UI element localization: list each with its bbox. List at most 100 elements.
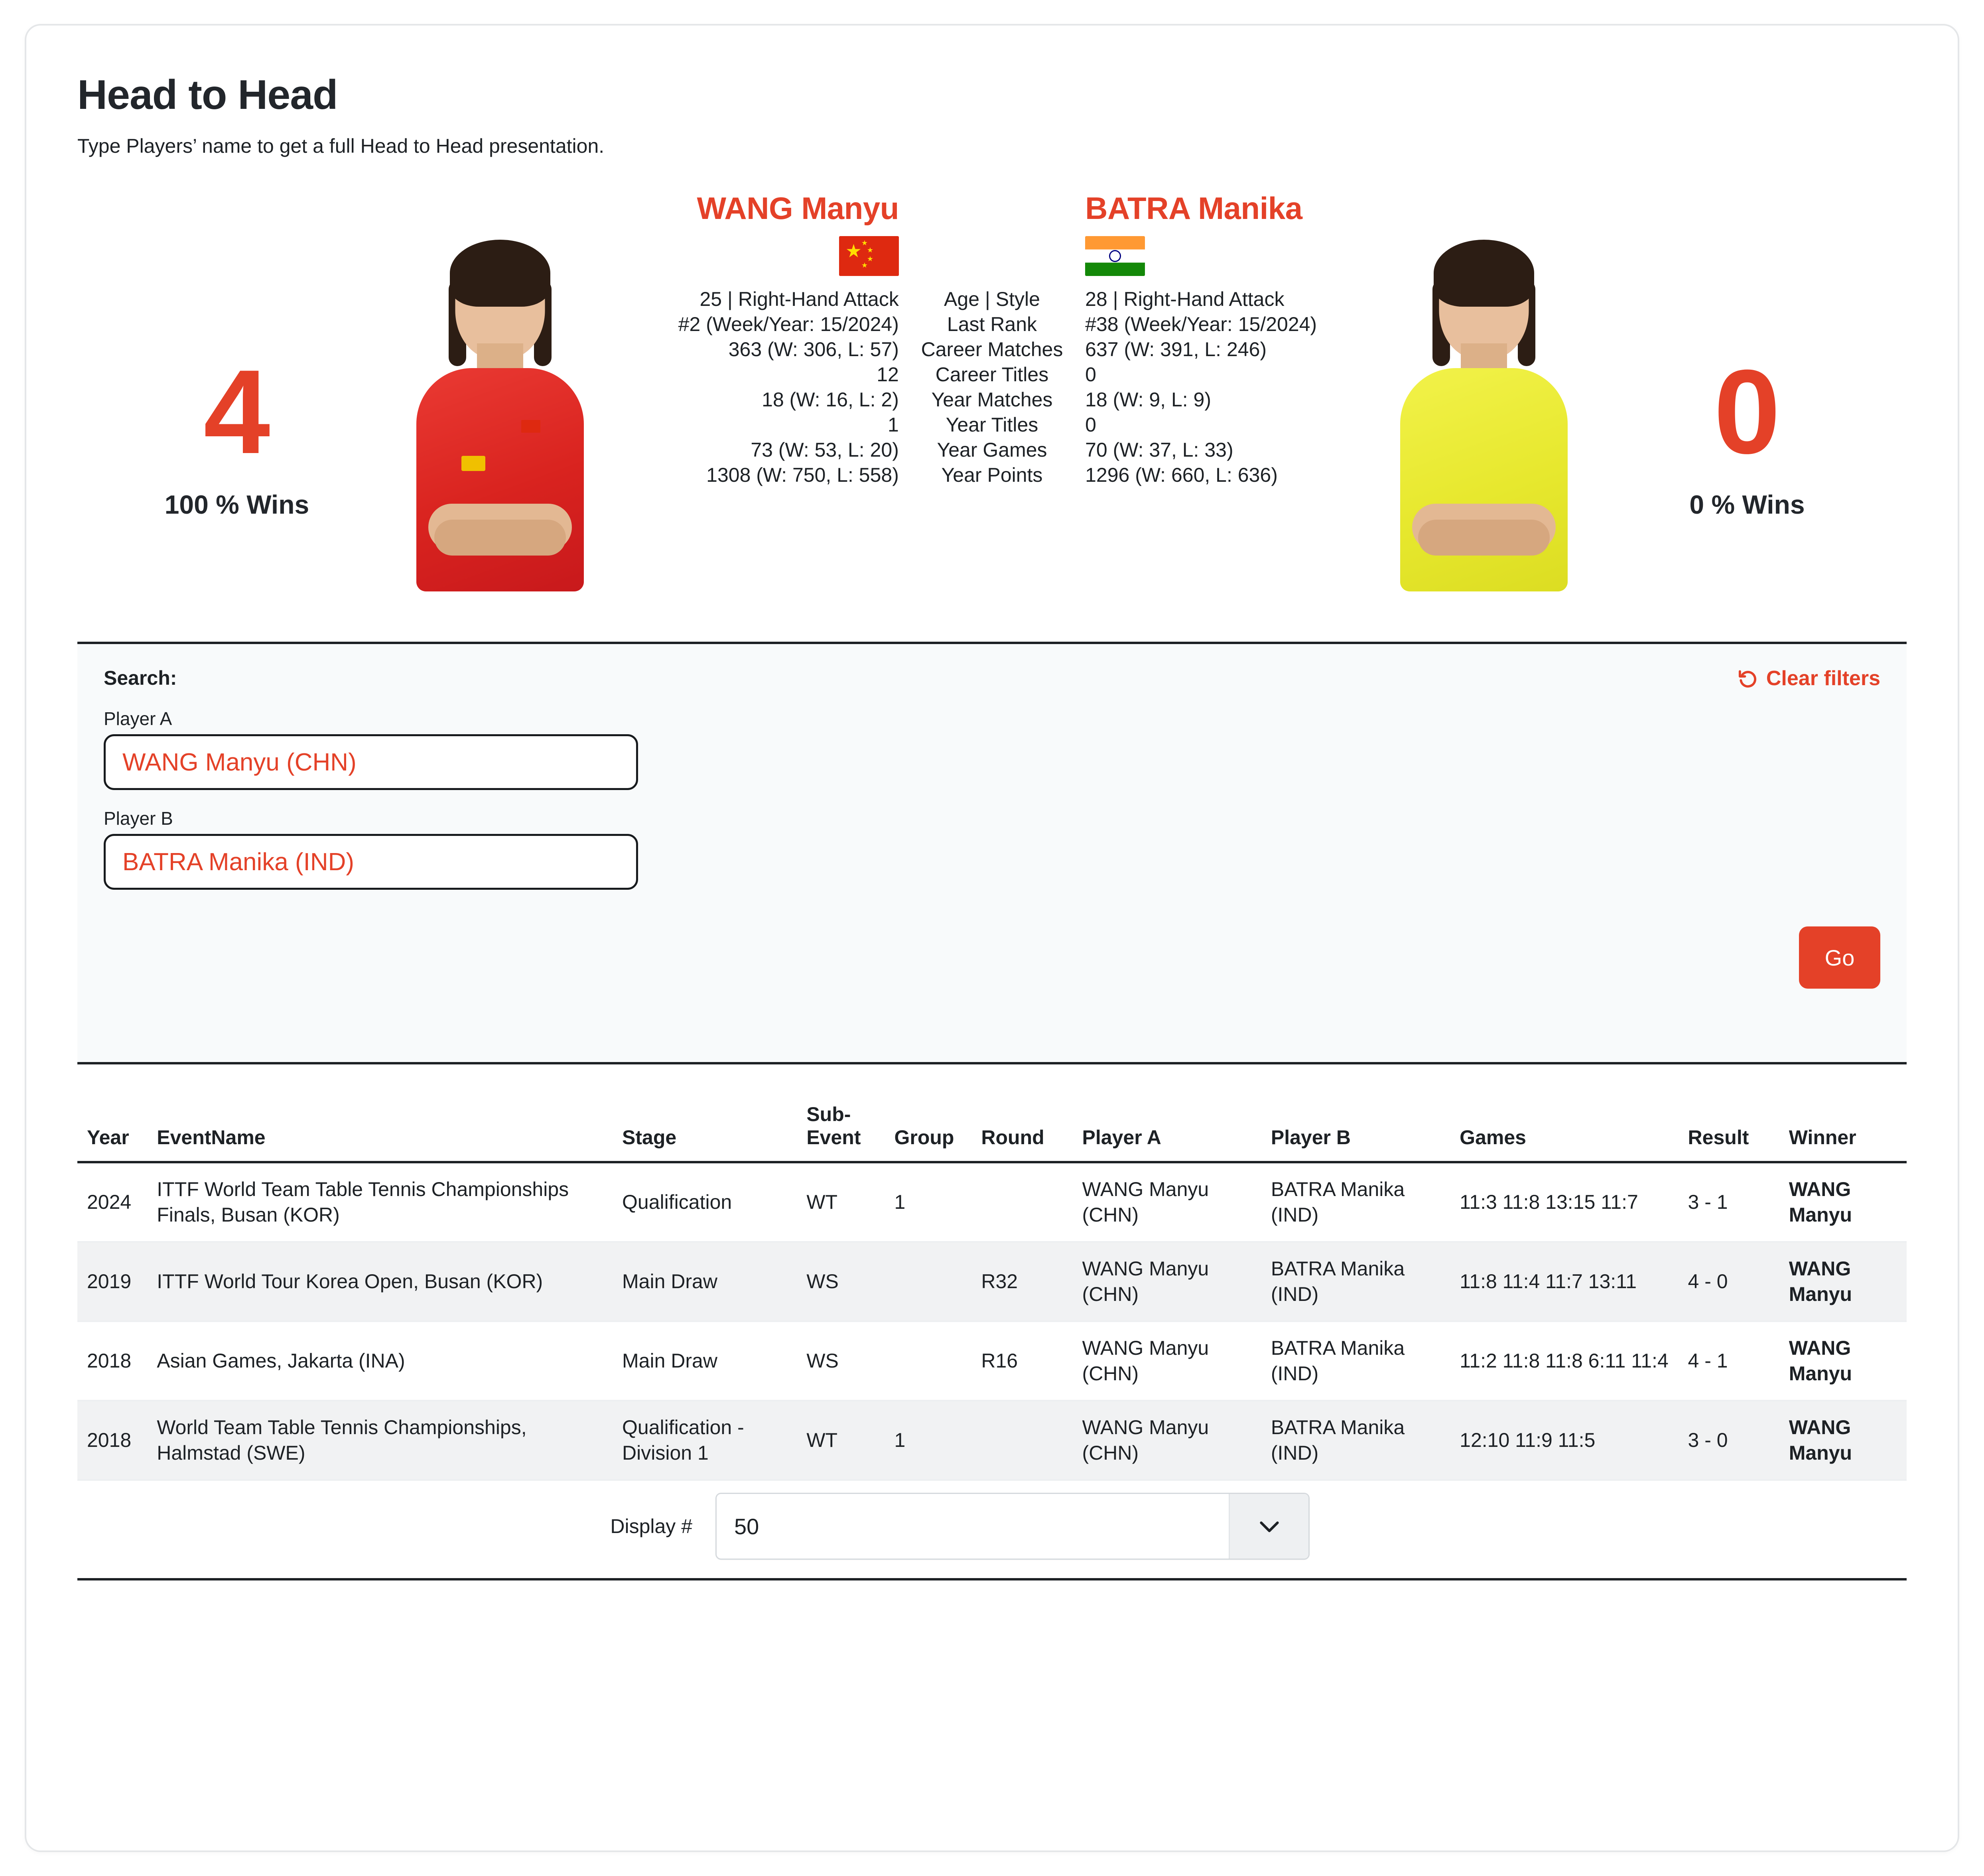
head-to-head-card: Head to Head Type Players’ name to get a… <box>25 24 1959 1852</box>
cell-group <box>885 1321 972 1402</box>
cell-round: R16 <box>971 1321 1073 1402</box>
cell-group: 1 <box>885 1162 972 1243</box>
label-career-matches: Career Matches <box>921 338 1063 361</box>
label-year-titles: Year Titles <box>946 414 1038 436</box>
th-games[interactable]: Games <box>1450 1103 1679 1164</box>
player-a-input[interactable] <box>104 734 638 790</box>
table-header-row: Year EventName Stage Sub-Event Group Rou… <box>77 1103 1907 1164</box>
left-career-titles: 12 <box>877 363 899 386</box>
table-row: 2019 ITTF World Tour Korea Open, Busan (… <box>77 1242 1907 1322</box>
cell-player-b[interactable]: BATRA Manika (IND) <box>1261 1242 1450 1322</box>
right-player-name[interactable]: BATRA Manika <box>1085 193 1380 224</box>
cell-player-a[interactable]: WANG Manyu (CHN) <box>1072 1321 1261 1402</box>
table-footer: Display # 50 <box>77 1481 1907 1581</box>
in-flag-icon <box>1085 236 1145 276</box>
cell-player-b[interactable]: BATRA Manika (IND) <box>1261 1321 1450 1402</box>
player-stats-table: WANG Manyu ★ ★ ★ ★ ★ 25 | Right-Hand Attack … <box>604 189 1380 488</box>
table-row: 2018 Asian Games, Jakarta (INA) Main Dra… <box>77 1321 1907 1402</box>
label-year-points: Year Points <box>941 464 1043 487</box>
player-b-input[interactable] <box>104 834 638 890</box>
right-year-points: 1296 (W: 660, L: 636) <box>1085 464 1278 487</box>
cell-games: 11:8 11:4 11:7 13:11 <box>1450 1242 1679 1322</box>
th-player-a[interactable]: Player A <box>1072 1103 1261 1164</box>
page-root: Head to Head Type Players’ name to get a… <box>0 0 1984 1876</box>
cell-result: 4 - 0 <box>1678 1242 1779 1322</box>
cell-event: World Team Table Tennis Championships, H… <box>147 1401 613 1481</box>
left-year-games: 73 (W: 53, L: 20) <box>751 439 899 461</box>
display-count-label: Display # <box>610 1515 692 1538</box>
right-player-stats: BATRA Manika 28 | Right-Hand Attack #38 … <box>1085 193 1380 488</box>
search-filter-panel: Search: Clear filters Player A Player B … <box>77 642 1907 1065</box>
left-player-photo <box>396 189 604 592</box>
right-career-titles: 0 <box>1085 363 1096 386</box>
right-year-games: 70 (W: 37, L: 33) <box>1085 439 1233 461</box>
left-wins-count: 4 <box>203 345 270 479</box>
stat-labels-column: Age | Style Last Rank Career Matches Car… <box>899 193 1085 488</box>
clear-filters-label: Clear filters <box>1766 667 1880 690</box>
cell-player-a[interactable]: WANG Manyu (CHN) <box>1072 1401 1261 1481</box>
cell-player-b[interactable]: BATRA Manika (IND) <box>1261 1162 1450 1243</box>
th-sub-event[interactable]: Sub-Event <box>797 1103 885 1164</box>
right-year-titles: 0 <box>1085 414 1096 436</box>
clear-filters-button[interactable]: Clear filters <box>1737 666 1880 690</box>
cell-round <box>971 1401 1073 1481</box>
table-row: 2018 World Team Table Tennis Championshi… <box>77 1401 1907 1481</box>
cell-sub-event: WT <box>797 1401 885 1481</box>
cell-player-b[interactable]: BATRA Manika (IND) <box>1261 1401 1450 1481</box>
right-win-percent: 0 % Wins <box>1689 490 1805 520</box>
go-button[interactable]: Go <box>1799 926 1880 989</box>
display-count-select[interactable]: 50 <box>715 1493 1310 1560</box>
cell-winner: WANG Manyu <box>1779 1401 1907 1481</box>
right-player-photo <box>1380 189 1588 592</box>
cell-player-a[interactable]: WANG Manyu (CHN) <box>1072 1162 1261 1243</box>
cell-sub-event: WT <box>797 1162 885 1243</box>
cell-group <box>885 1242 972 1322</box>
th-year[interactable]: Year <box>77 1103 148 1164</box>
cell-result: 4 - 1 <box>1678 1321 1779 1402</box>
cell-winner: WANG Manyu <box>1779 1242 1907 1322</box>
cell-stage: Qualification <box>613 1162 797 1243</box>
cn-flag-icon: ★ ★ ★ ★ ★ <box>839 236 899 276</box>
cell-event: Asian Games, Jakarta (INA) <box>147 1321 613 1402</box>
left-score-block: 4 100 % Wins <box>77 189 396 587</box>
th-result[interactable]: Result <box>1678 1103 1779 1164</box>
cell-year: 2019 <box>77 1242 148 1322</box>
left-player-stats: WANG Manyu ★ ★ ★ ★ ★ 25 | Right-Hand Attack … <box>604 193 899 488</box>
cell-winner: WANG Manyu <box>1779 1321 1907 1402</box>
cell-sub-event: WS <box>797 1321 885 1402</box>
th-player-b[interactable]: Player B <box>1261 1103 1450 1164</box>
cell-games: 11:2 11:8 11:8 6:11 11:4 <box>1450 1321 1679 1402</box>
label-year-matches: Year Matches <box>931 388 1053 411</box>
cell-result: 3 - 1 <box>1678 1162 1779 1243</box>
page-subtitle: Type Players’ name to get a full Head to… <box>77 135 605 158</box>
results-table-wrap: Year EventName Stage Sub-Event Group Rou… <box>77 1103 1907 1581</box>
display-count-value: 50 <box>734 1513 759 1539</box>
th-eventname[interactable]: EventName <box>147 1103 613 1164</box>
th-winner[interactable]: Winner <box>1779 1103 1907 1164</box>
th-round[interactable]: Round <box>971 1103 1073 1164</box>
cell-player-a[interactable]: WANG Manyu (CHN) <box>1072 1242 1261 1322</box>
player-a-label: Player A <box>104 708 172 729</box>
chevron-down-icon[interactable] <box>1229 1494 1308 1559</box>
player-b-label: Player B <box>104 808 173 829</box>
left-year-titles: 1 <box>888 414 899 436</box>
right-wins-count: 0 <box>1714 345 1781 479</box>
left-year-points: 1308 (W: 750, L: 558) <box>706 464 899 487</box>
left-career-matches: 363 (W: 306, L: 57) <box>728 338 899 361</box>
results-table: Year EventName Stage Sub-Event Group Rou… <box>77 1103 1907 1481</box>
cell-stage: Main Draw <box>613 1321 797 1402</box>
cell-stage: Qualification - Division 1 <box>613 1401 797 1481</box>
left-win-percent: 100 % Wins <box>164 490 309 520</box>
left-player-name[interactable]: WANG Manyu <box>604 193 899 224</box>
th-group[interactable]: Group <box>885 1103 972 1164</box>
cell-result: 3 - 0 <box>1678 1401 1779 1481</box>
th-stage[interactable]: Stage <box>613 1103 797 1164</box>
cell-round: R32 <box>971 1242 1073 1322</box>
cell-winner: WANG Manyu <box>1779 1162 1907 1243</box>
cell-event: ITTF World Tour Korea Open, Busan (KOR) <box>147 1242 613 1322</box>
right-score-block: 0 0 % Wins <box>1588 189 1907 587</box>
label-age-style: Age | Style <box>944 288 1040 311</box>
left-last-rank: #2 (Week/Year: 15/2024) <box>678 313 899 336</box>
right-year-matches: 18 (W: 9, L: 9) <box>1085 388 1211 411</box>
cell-round <box>971 1162 1073 1243</box>
